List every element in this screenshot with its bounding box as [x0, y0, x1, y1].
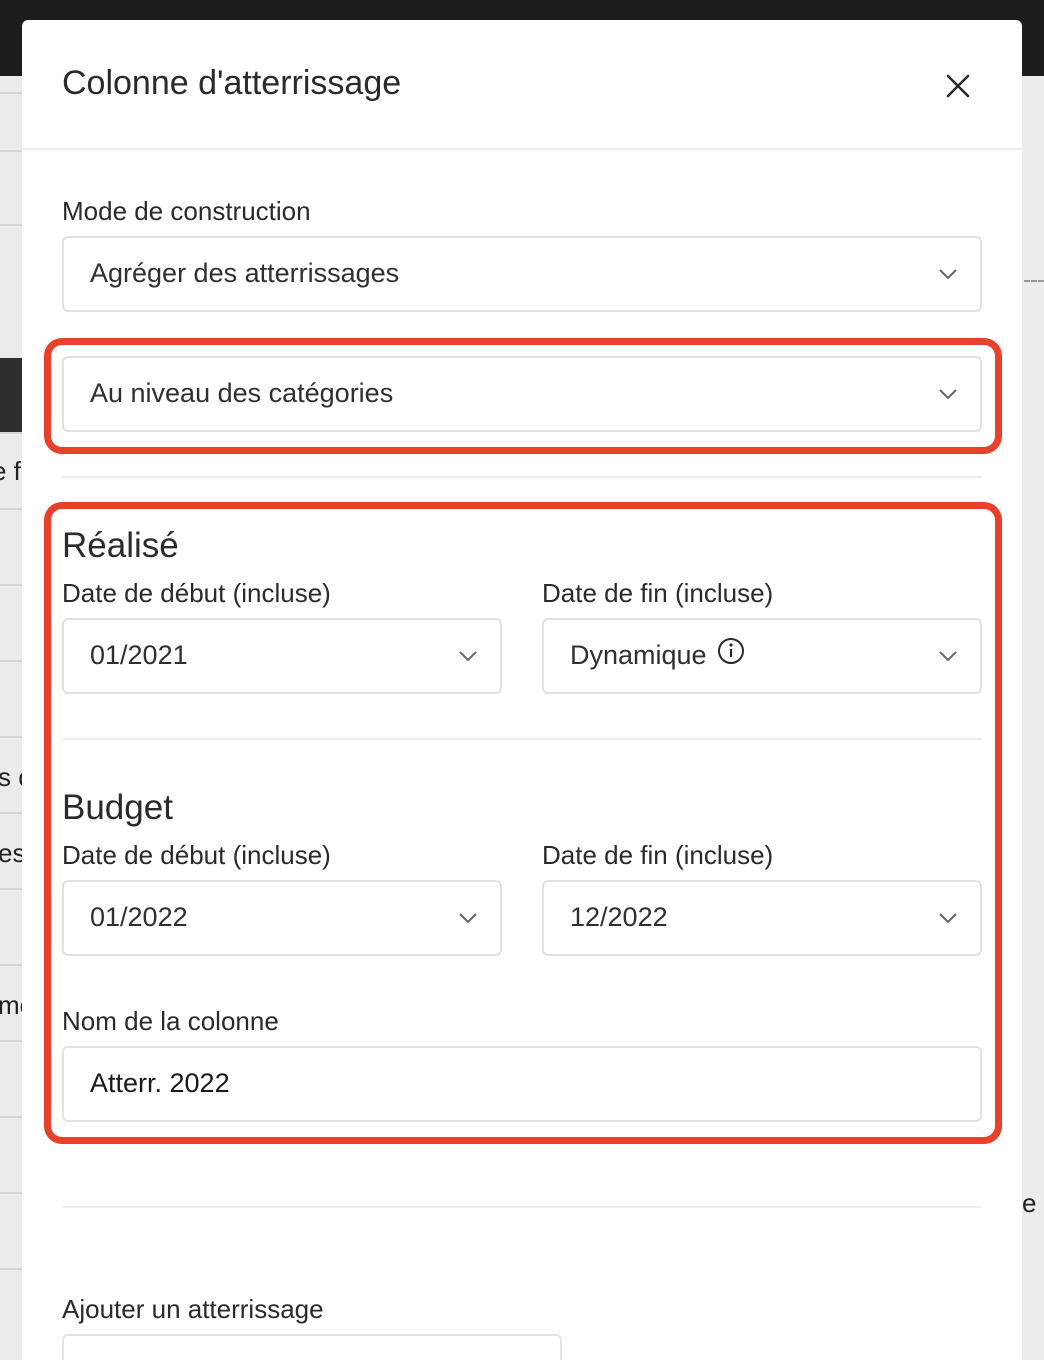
realise-start-label: Date de début (incluse) [62, 578, 331, 608]
column-name-label: Nom de la colonne [62, 1006, 279, 1036]
bg-text-fragment: e f [0, 456, 21, 486]
bg-dashed-line [1024, 280, 1044, 282]
bg-dark-row [0, 358, 22, 432]
bg-divider [0, 660, 22, 662]
budget-end-select[interactable]: 12/2022 [542, 880, 982, 956]
column-name-value: Atterr. 2022 [90, 1068, 230, 1098]
realise-end-value: Dynamique [570, 640, 707, 670]
budget-start-label: Date de début (incluse) [62, 840, 331, 870]
budget-end-value: 12/2022 [570, 902, 668, 932]
close-icon [946, 74, 970, 98]
close-button[interactable] [938, 66, 978, 106]
construction-mode-label: Mode de construction [62, 196, 311, 226]
bg-divider [0, 1116, 22, 1118]
budget-start-value: 01/2022 [90, 902, 188, 932]
chevron-down-icon [939, 913, 957, 924]
chevron-down-icon [459, 913, 477, 924]
add-landing-label: Ajouter un atterrissage [62, 1294, 324, 1324]
realise-start-value: 01/2021 [90, 640, 188, 670]
chevron-down-icon [939, 651, 957, 662]
aggregation-level-value: Au niveau des catégories [90, 378, 394, 408]
bg-text-fragment: e [1022, 1188, 1037, 1218]
realise-end-value-wrap: Dynamique [570, 637, 745, 671]
realise-end-label: Date de fin (incluse) [542, 578, 774, 608]
bg-divider [0, 150, 22, 152]
bg-divider [0, 508, 22, 510]
bg-divider [0, 812, 22, 814]
chevron-down-icon [939, 269, 957, 280]
modal-title: Colonne d'atterrissage [62, 64, 402, 102]
budget-start-select[interactable]: 01/2022 [62, 880, 502, 956]
chevron-down-icon [459, 651, 477, 662]
bg-divider [0, 584, 22, 586]
construction-mode-select[interactable]: Agréger des atterrissages [62, 236, 982, 312]
bg-divider [0, 432, 22, 434]
budget-end-label: Date de fin (incluse) [542, 840, 774, 870]
info-icon[interactable] [717, 637, 745, 665]
background-panel-left: e f s c es mo [0, 76, 34, 1360]
bg-divider [0, 1192, 22, 1194]
bg-divider [0, 964, 22, 966]
bg-divider [0, 224, 22, 226]
section-divider [62, 476, 982, 478]
bg-divider [0, 888, 22, 890]
bg-divider [0, 736, 22, 738]
bg-divider [0, 1040, 22, 1042]
realise-end-select[interactable]: Dynamique [542, 618, 982, 694]
bg-divider [0, 1268, 22, 1270]
add-landing-select[interactable] [62, 1334, 562, 1360]
realise-section-title: Réalisé [62, 526, 179, 565]
section-divider [62, 738, 982, 740]
landing-column-modal: Colonne d'atterrissage Mode de construct… [22, 20, 1022, 1360]
chevron-down-icon [939, 389, 957, 400]
column-name-input[interactable]: Atterr. 2022 [62, 1046, 982, 1122]
background-panel-right: e [1022, 76, 1044, 1360]
bg-divider [0, 92, 22, 94]
section-divider [62, 1206, 982, 1208]
aggregation-level-select[interactable]: Au niveau des catégories [62, 356, 982, 432]
realise-start-select[interactable]: 01/2021 [62, 618, 502, 694]
modal-header: Colonne d'atterrissage [22, 20, 1022, 150]
budget-section-title: Budget [62, 788, 173, 827]
construction-mode-value: Agréger des atterrissages [90, 258, 400, 288]
